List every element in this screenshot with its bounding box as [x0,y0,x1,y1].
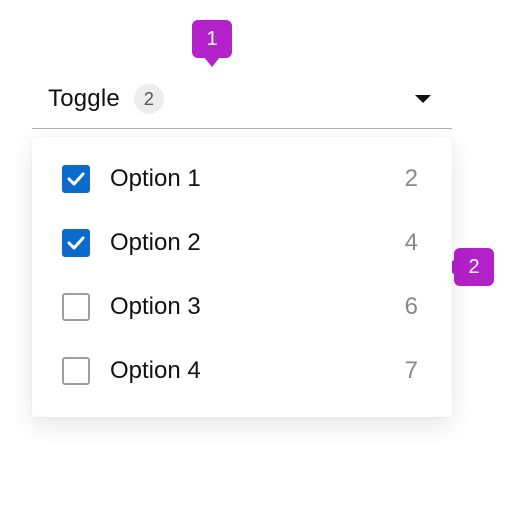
option-label: Option 1 [110,165,405,193]
annotation-callout-1-label: 1 [206,28,217,51]
selected-count-value: 2 [144,89,154,110]
list-item[interactable]: Option 2 4 [32,211,452,275]
dropdown-title: Toggle [48,85,120,113]
option-label: Option 4 [110,357,405,385]
option-count: 2 [405,165,418,193]
dropdown-container: Toggle 2 Option 1 2 Option 2 4 [32,72,452,417]
dropdown-panel: Option 1 2 Option 2 4 Option 3 6 Option … [32,137,452,417]
annotation-callout-2-label: 2 [468,256,479,279]
checkbox-option-3[interactable] [62,293,90,321]
selected-count-badge: 2 [134,84,164,114]
option-count: 6 [405,293,418,321]
checkbox-option-2[interactable] [62,229,90,257]
annotation-callout-2: 2 [454,248,494,286]
list-item[interactable]: Option 3 6 [32,275,452,339]
option-count: 7 [405,357,418,385]
chevron-down-icon [414,94,432,104]
list-item[interactable]: Option 1 2 [32,147,452,211]
option-count: 4 [405,229,418,257]
checkbox-option-4[interactable] [62,357,90,385]
list-item[interactable]: Option 4 7 [32,339,452,403]
option-label: Option 2 [110,229,405,257]
annotation-callout-1: 1 [192,20,232,58]
checkbox-option-1[interactable] [62,165,90,193]
option-label: Option 3 [110,293,405,321]
dropdown-toggle[interactable]: Toggle 2 [32,72,452,129]
